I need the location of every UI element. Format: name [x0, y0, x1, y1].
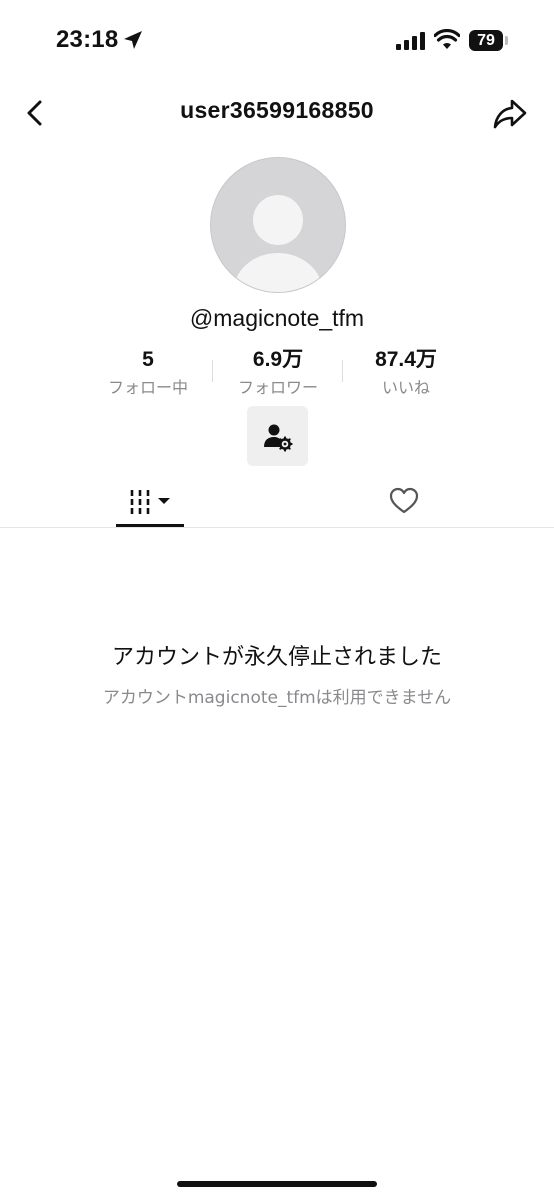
banned-message-subtitle: アカウントmagicnote_tfmは利用できません	[102, 688, 452, 708]
share-arrow-icon[interactable]	[492, 98, 528, 130]
home-indicator[interactable]	[177, 1181, 377, 1187]
likes-count: 87.4万	[375, 348, 437, 371]
signal-icon	[396, 32, 425, 50]
battery-level: 79	[477, 32, 495, 49]
grid-bars-dropdown-icon	[130, 490, 170, 514]
chevron-left-icon[interactable]	[22, 98, 48, 128]
page-title: user36599168850	[180, 97, 374, 123]
followers-count: 6.9万	[252, 348, 304, 371]
status-bar: 23:18 79	[0, 0, 554, 80]
stat-divider	[342, 360, 343, 382]
status-time: 23:18	[56, 26, 119, 53]
stat-likes: 87.4万 いいね	[358, 346, 454, 400]
avatar-head	[253, 195, 303, 245]
stat-followers[interactable]: 6.9万 フォロワー	[226, 346, 330, 400]
user-settings-icon	[264, 424, 293, 452]
tab-separator	[0, 527, 554, 528]
avatar[interactable]	[210, 157, 346, 293]
battery-cap	[505, 36, 508, 45]
followers-label: フォロワー	[237, 378, 318, 397]
following-count: 5	[142, 348, 154, 371]
location-arrow-icon	[124, 31, 142, 49]
heart-outline-icon	[389, 487, 419, 514]
tab-liked[interactable]	[370, 476, 438, 528]
stat-divider	[212, 360, 213, 382]
banned-message-title: アカウントが永久停止されました	[111, 645, 442, 670]
stat-following[interactable]: 5 フォロー中	[100, 346, 196, 400]
wifi-icon	[434, 29, 460, 49]
following-label: フォロー中	[107, 378, 188, 397]
battery-icon: 79	[469, 30, 503, 51]
avatar-body	[233, 253, 323, 292]
likes-label: いいね	[381, 378, 430, 397]
profile-username: @magicnote_tfm	[189, 305, 365, 331]
tab-videos[interactable]	[116, 476, 184, 528]
profile-settings-button[interactable]	[247, 406, 308, 466]
